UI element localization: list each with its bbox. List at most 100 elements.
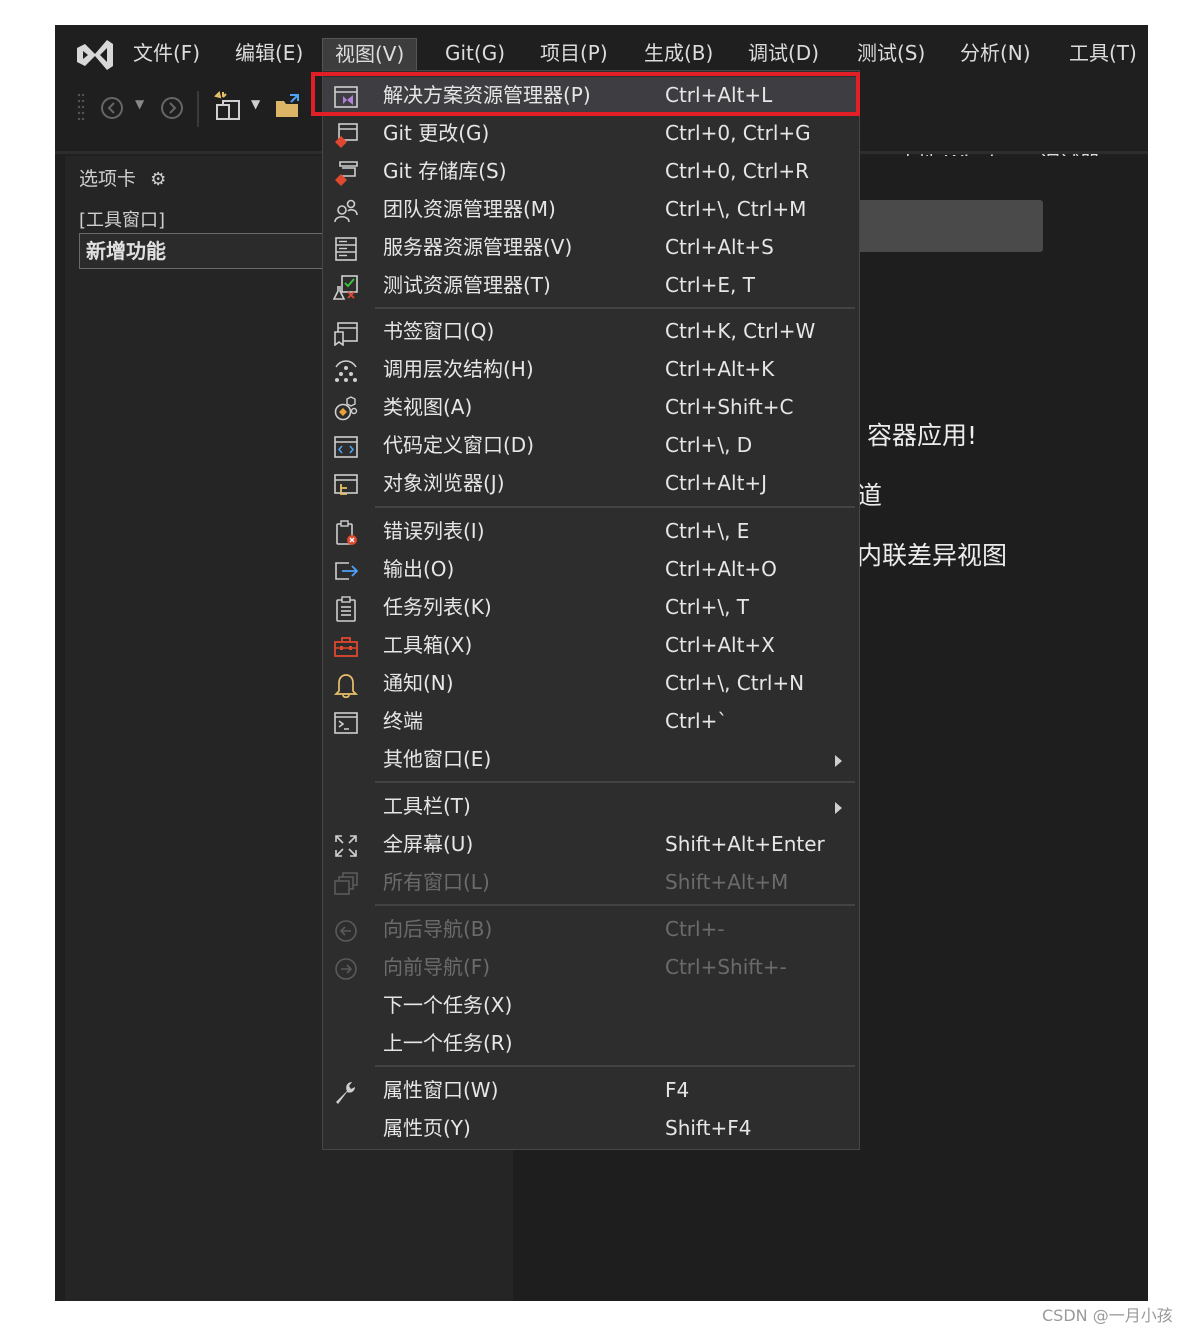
menu-file[interactable]: 文件(F) [121,38,212,70]
toolbar-grip-icon[interactable] [77,91,85,127]
watermark: CSDN @一月小孩 [1042,1306,1173,1325]
menu-item-next-task[interactable]: 下一个任务(X) [323,987,859,1025]
menu-item-label: 工具栏(T) [383,794,471,818]
menu-item-test-explorer[interactable]: 测试资源管理器(T) Ctrl+E, T [323,267,859,305]
menu-edit[interactable]: 编辑(E) [223,38,315,70]
git-changes-icon [335,123,358,148]
submenu-arrow-icon [835,755,842,767]
tab-title: 选项卡 [79,168,137,190]
back-dropdown-icon[interactable]: ▼ [135,97,144,111]
menu-item-git-repository[interactable]: Git 存储库(S) Ctrl+0, Ctrl+R [323,153,859,191]
menu-item-bookmark-window[interactable]: 书签窗口(Q) Ctrl+K, Ctrl+W [323,313,859,351]
whats-new-tab[interactable]: 新增功能 [79,233,327,269]
menu-item-label: 类视图(A) [383,395,473,419]
menu-item-shortcut: Ctrl+\, T [665,595,750,619]
menu-separator [375,781,855,783]
menu-item-shortcut: Shift+Alt+Enter [665,832,825,856]
menu-item-shortcut: Shift+F4 [665,1116,752,1140]
menu-item-call-hierarchy[interactable]: 调用层次结构(H) Ctrl+Alt+K [323,351,859,389]
menu-item-notifications[interactable]: 通知(N) Ctrl+\, Ctrl+N [323,665,859,703]
object-browser-icon [334,474,358,495]
menu-debug[interactable]: 调试(D) [736,38,831,70]
menu-item-output[interactable]: 输出(O) Ctrl+Alt+O [323,551,859,589]
menu-item-label: 输出(O) [383,557,455,581]
menu-view[interactable]: 视图(V) [322,38,418,71]
menu-item-shortcut: Ctrl+0, Ctrl+R [665,159,810,183]
visual-studio-logo-icon [77,40,113,70]
bg-heading-inline-diff: 内联差异视图 [857,541,1008,570]
call-hierarchy-icon [335,360,357,382]
code-definition-icon [334,436,358,458]
tab-header[interactable]: 选项卡 ⚙ [79,164,166,191]
view-menu-dropdown: 解决方案资源管理器(P) Ctrl+Alt+L Git 更改(G) Ctrl+0… [322,70,860,1150]
content-banner [853,200,1043,252]
menu-item-shortcut: Ctrl+Alt+X [665,633,775,657]
gear-icon[interactable]: ⚙ [150,169,166,190]
menu-item-other-windows[interactable]: 其他窗口(E) [323,741,859,779]
menu-item-shortcut: Ctrl+\, E [665,519,750,543]
menu-item-label: 错误列表(I) [383,519,485,543]
menu-tools[interactable]: 工具(T) [1057,38,1148,70]
git-repository-icon [335,161,358,186]
menu-item-terminal[interactable]: 终端 Ctrl+` [323,703,859,741]
menu-item-object-browser[interactable]: 对象浏览器(J) Ctrl+Alt+J [323,465,859,503]
menu-item-label: Git 存储库(S) [383,159,507,183]
menu-item-shortcut: Ctrl+Alt+O [665,557,777,581]
menu-item-error-list[interactable]: 错误列表(I) Ctrl+\, E [323,513,859,551]
menu-item-toolbox[interactable]: 工具箱(X) Ctrl+Alt+X [323,627,859,665]
menu-item-label: 终端 [383,709,423,733]
menu-item-class-view[interactable]: 类视图(A) Ctrl+Shift+C [323,389,859,427]
menu-item-label: 全屏幕(U) [383,832,474,856]
output-icon [335,562,359,580]
task-list-icon [336,596,356,622]
menu-item-shortcut: Ctrl+Shift+- [665,955,787,979]
menu-item-label: 服务器资源管理器(V) [383,235,573,259]
menu-item-label: 下一个任务(X) [383,993,513,1017]
menu-item-shortcut: Ctrl+\, Ctrl+M [665,197,807,221]
menu-analyze[interactable]: 分析(N) [948,38,1043,70]
menu-item-label: 其他窗口(E) [383,747,492,771]
navigate-back-icon[interactable] [99,95,125,121]
bg-heading-pipeline: 道 [857,481,883,510]
wrench-icon [336,1082,355,1104]
menu-item-previous-task[interactable]: 上一个任务(R) [323,1025,859,1063]
menu-item-label: 通知(N) [383,671,454,695]
menu-separator [375,1065,855,1067]
menu-item-label: 向前导航(F) [383,955,491,979]
menu-item-properties-window[interactable]: 属性窗口(W) F4 [323,1072,859,1110]
menu-item-shortcut: Ctrl+- [665,917,725,941]
menu-item-navigate-forward[interactable]: 向前导航(F) Ctrl+Shift+- [323,949,859,987]
menu-item-label: 工具箱(X) [383,633,473,657]
new-project-dropdown-icon[interactable]: ▼ [251,97,260,111]
menu-item-label: 测试资源管理器(T) [383,273,551,297]
navigate-back-icon [335,920,357,942]
menu-item-shortcut: Shift+Alt+M [665,870,789,894]
menu-item-server-explorer[interactable]: 服务器资源管理器(V) Ctrl+Alt+S [323,229,859,267]
menu-item-shortcut: Ctrl+Shift+C [665,395,794,419]
menu-item-navigate-backward[interactable]: 向后导航(B) Ctrl+- [323,911,859,949]
menu-item-label: 团队资源管理器(M) [383,197,556,221]
menu-item-label: 调用层次结构(H) [383,357,534,381]
test-explorer-icon [333,275,358,300]
menu-item-code-definition[interactable]: 代码定义窗口(D) Ctrl+\, D [323,427,859,465]
bg-heading-containers: 容器应用! [867,421,978,450]
menu-git[interactable]: Git(G) [433,38,517,70]
menu-test[interactable]: 测试(S) [845,38,937,70]
new-project-icon[interactable] [213,91,243,123]
menu-item-git-changes[interactable]: Git 更改(G) Ctrl+0, Ctrl+G [323,115,859,153]
menu-build[interactable]: 生成(B) [632,38,725,70]
menu-item-property-pages[interactable]: 属性页(Y) Shift+F4 [323,1110,859,1148]
menu-item-full-screen[interactable]: 全屏幕(U) Shift+Alt+Enter [323,826,859,864]
navigate-forward-icon [335,958,357,980]
menu-item-toolbars[interactable]: 工具栏(T) [323,788,859,826]
menu-project[interactable]: 项目(P) [528,38,620,70]
menu-item-task-list[interactable]: 任务列表(K) Ctrl+\, T [323,589,859,627]
menu-item-all-windows[interactable]: 所有窗口(L) Shift+Alt+M [323,864,859,902]
menu-item-shortcut: Ctrl+Alt+J [665,471,768,495]
server-explorer-icon [335,237,357,261]
open-folder-icon[interactable] [273,91,303,121]
menu-item-shortcut: Ctrl+Alt+S [665,235,774,259]
menu-item-team-explorer[interactable]: 团队资源管理器(M) Ctrl+\, Ctrl+M [323,191,859,229]
menu-item-label: 代码定义窗口(D) [383,433,535,457]
navigate-forward-icon[interactable] [159,95,185,121]
